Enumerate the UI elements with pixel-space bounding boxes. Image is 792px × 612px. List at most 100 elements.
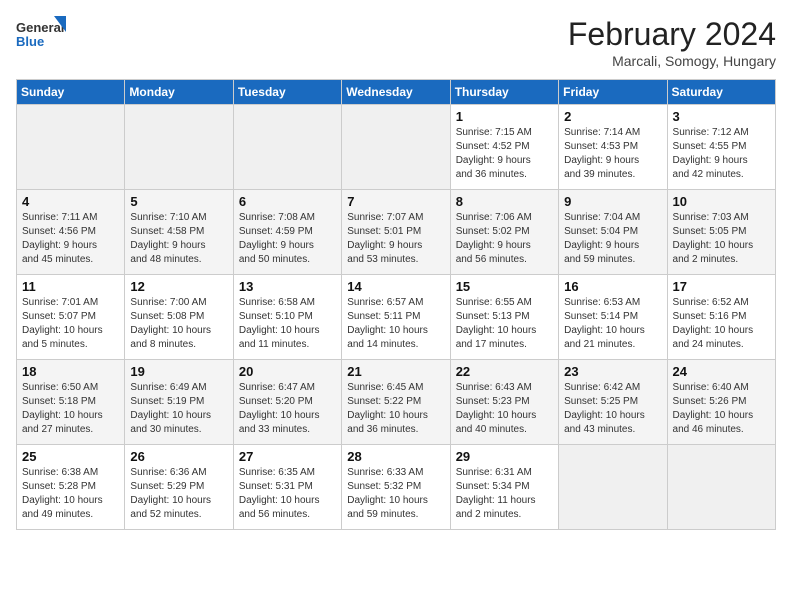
day-number: 6 bbox=[239, 194, 336, 209]
calendar-cell: 14 Sunrise: 6:57 AM Sunset: 5:11 PM Dayli… bbox=[342, 275, 450, 360]
calendar-week-row: 18 Sunrise: 6:50 AM Sunset: 5:18 PM Dayli… bbox=[17, 360, 776, 445]
day-number: 15 bbox=[456, 279, 553, 294]
col-header-saturday: Saturday bbox=[667, 80, 775, 105]
day-number: 10 bbox=[673, 194, 770, 209]
calendar-cell: 17 Sunrise: 6:52 AM Sunset: 5:16 PM Dayli… bbox=[667, 275, 775, 360]
calendar-cell: 6 Sunrise: 7:08 AM Sunset: 4:59 PM Daylig… bbox=[233, 190, 341, 275]
day-number: 29 bbox=[456, 449, 553, 464]
calendar-cell bbox=[17, 105, 125, 190]
logo: GeneralBlue bbox=[16, 16, 66, 56]
day-info: Sunrise: 6:45 AM Sunset: 5:22 PM Dayligh… bbox=[347, 381, 444, 437]
day-number: 19 bbox=[130, 364, 227, 379]
calendar-header-row: SundayMondayTuesdayWednesdayThursdayFrid… bbox=[17, 80, 776, 105]
day-number: 9 bbox=[564, 194, 661, 209]
day-info: Sunrise: 6:47 AM Sunset: 5:20 PM Dayligh… bbox=[239, 381, 336, 437]
day-info: Sunrise: 6:31 AM Sunset: 5:34 PM Dayligh… bbox=[456, 466, 553, 522]
location-subtitle: Marcali, Somogy, Hungary bbox=[568, 53, 776, 69]
calendar-week-row: 11 Sunrise: 7:01 AM Sunset: 5:07 PM Dayli… bbox=[17, 275, 776, 360]
day-info: Sunrise: 6:57 AM Sunset: 5:11 PM Dayligh… bbox=[347, 296, 444, 352]
day-info: Sunrise: 6:58 AM Sunset: 5:10 PM Dayligh… bbox=[239, 296, 336, 352]
calendar-cell: 21 Sunrise: 6:45 AM Sunset: 5:22 PM Dayli… bbox=[342, 360, 450, 445]
calendar-cell: 26 Sunrise: 6:36 AM Sunset: 5:29 PM Dayli… bbox=[125, 445, 233, 530]
page-header: GeneralBlue February 2024 Marcali, Somog… bbox=[16, 16, 776, 69]
calendar-cell: 16 Sunrise: 6:53 AM Sunset: 5:14 PM Dayli… bbox=[559, 275, 667, 360]
calendar-cell: 3 Sunrise: 7:12 AM Sunset: 4:55 PM Daylig… bbox=[667, 105, 775, 190]
calendar-cell: 24Sunrise: 6:40 AM Sunset: 5:26 PM Dayli… bbox=[667, 360, 775, 445]
day-info: Sunrise: 7:00 AM Sunset: 5:08 PM Dayligh… bbox=[130, 296, 227, 352]
day-number: 23 bbox=[564, 364, 661, 379]
calendar-cell bbox=[667, 445, 775, 530]
day-number: 16 bbox=[564, 279, 661, 294]
day-number: 21 bbox=[347, 364, 444, 379]
day-number: 8 bbox=[456, 194, 553, 209]
calendar-cell: 9 Sunrise: 7:04 AM Sunset: 5:04 PM Daylig… bbox=[559, 190, 667, 275]
day-info: Sunrise: 6:42 AM Sunset: 5:25 PM Dayligh… bbox=[564, 381, 661, 437]
day-info: Sunrise: 6:35 AM Sunset: 5:31 PM Dayligh… bbox=[239, 466, 336, 522]
day-number: 14 bbox=[347, 279, 444, 294]
col-header-thursday: Thursday bbox=[450, 80, 558, 105]
calendar-cell: 1Sunrise: 7:15 AM Sunset: 4:52 PM Daylig… bbox=[450, 105, 558, 190]
day-number: 25 bbox=[22, 449, 119, 464]
calendar-cell: 27 Sunrise: 6:35 AM Sunset: 5:31 PM Dayli… bbox=[233, 445, 341, 530]
calendar-cell: 20 Sunrise: 6:47 AM Sunset: 5:20 PM Dayli… bbox=[233, 360, 341, 445]
day-number: 17 bbox=[673, 279, 770, 294]
calendar-table: SundayMondayTuesdayWednesdayThursdayFrid… bbox=[16, 79, 776, 530]
calendar-cell bbox=[233, 105, 341, 190]
day-number: 22 bbox=[456, 364, 553, 379]
day-number: 7 bbox=[347, 194, 444, 209]
day-number: 4 bbox=[22, 194, 119, 209]
calendar-cell: 28 Sunrise: 6:33 AM Sunset: 5:32 PM Dayli… bbox=[342, 445, 450, 530]
logo-svg: GeneralBlue bbox=[16, 16, 66, 56]
calendar-cell bbox=[559, 445, 667, 530]
day-info: Sunrise: 7:08 AM Sunset: 4:59 PM Dayligh… bbox=[239, 211, 336, 267]
month-title: February 2024 bbox=[568, 16, 776, 53]
day-info: Sunrise: 7:12 AM Sunset: 4:55 PM Dayligh… bbox=[673, 126, 770, 182]
day-number: 3 bbox=[673, 109, 770, 124]
day-info: Sunrise: 6:55 AM Sunset: 5:13 PM Dayligh… bbox=[456, 296, 553, 352]
calendar-cell: 19Sunrise: 6:49 AM Sunset: 5:19 PM Dayli… bbox=[125, 360, 233, 445]
calendar-cell: 10Sunrise: 7:03 AM Sunset: 5:05 PM Dayli… bbox=[667, 190, 775, 275]
svg-text:Blue: Blue bbox=[16, 34, 44, 49]
calendar-cell: 4Sunrise: 7:11 AM Sunset: 4:56 PM Daylig… bbox=[17, 190, 125, 275]
day-info: Sunrise: 6:33 AM Sunset: 5:32 PM Dayligh… bbox=[347, 466, 444, 522]
day-info: Sunrise: 7:10 AM Sunset: 4:58 PM Dayligh… bbox=[130, 211, 227, 267]
day-number: 26 bbox=[130, 449, 227, 464]
col-header-sunday: Sunday bbox=[17, 80, 125, 105]
day-info: Sunrise: 6:38 AM Sunset: 5:28 PM Dayligh… bbox=[22, 466, 119, 522]
day-number: 5 bbox=[130, 194, 227, 209]
day-info: Sunrise: 6:43 AM Sunset: 5:23 PM Dayligh… bbox=[456, 381, 553, 437]
calendar-week-row: 1Sunrise: 7:15 AM Sunset: 4:52 PM Daylig… bbox=[17, 105, 776, 190]
day-number: 20 bbox=[239, 364, 336, 379]
day-number: 24 bbox=[673, 364, 770, 379]
calendar-cell: 13 Sunrise: 6:58 AM Sunset: 5:10 PM Dayli… bbox=[233, 275, 341, 360]
day-info: Sunrise: 7:14 AM Sunset: 4:53 PM Dayligh… bbox=[564, 126, 661, 182]
calendar-cell: 5 Sunrise: 7:10 AM Sunset: 4:58 PM Daylig… bbox=[125, 190, 233, 275]
day-number: 28 bbox=[347, 449, 444, 464]
day-info: Sunrise: 6:50 AM Sunset: 5:18 PM Dayligh… bbox=[22, 381, 119, 437]
day-info: Sunrise: 6:52 AM Sunset: 5:16 PM Dayligh… bbox=[673, 296, 770, 352]
day-info: Sunrise: 6:53 AM Sunset: 5:14 PM Dayligh… bbox=[564, 296, 661, 352]
day-info: Sunrise: 7:06 AM Sunset: 5:02 PM Dayligh… bbox=[456, 211, 553, 267]
calendar-cell: 8 Sunrise: 7:06 AM Sunset: 5:02 PM Daylig… bbox=[450, 190, 558, 275]
day-info: Sunrise: 7:07 AM Sunset: 5:01 PM Dayligh… bbox=[347, 211, 444, 267]
calendar-week-row: 25 Sunrise: 6:38 AM Sunset: 5:28 PM Dayli… bbox=[17, 445, 776, 530]
day-info: Sunrise: 6:36 AM Sunset: 5:29 PM Dayligh… bbox=[130, 466, 227, 522]
day-info: Sunrise: 7:04 AM Sunset: 5:04 PM Dayligh… bbox=[564, 211, 661, 267]
day-number: 2 bbox=[564, 109, 661, 124]
day-number: 27 bbox=[239, 449, 336, 464]
calendar-cell: 11 Sunrise: 7:01 AM Sunset: 5:07 PM Dayli… bbox=[17, 275, 125, 360]
calendar-cell: 29 Sunrise: 6:31 AM Sunset: 5:34 PM Dayli… bbox=[450, 445, 558, 530]
day-number: 18 bbox=[22, 364, 119, 379]
calendar-week-row: 4Sunrise: 7:11 AM Sunset: 4:56 PM Daylig… bbox=[17, 190, 776, 275]
calendar-cell: 12Sunrise: 7:00 AM Sunset: 5:08 PM Dayli… bbox=[125, 275, 233, 360]
calendar-cell: 22 Sunrise: 6:43 AM Sunset: 5:23 PM Dayli… bbox=[450, 360, 558, 445]
col-header-monday: Monday bbox=[125, 80, 233, 105]
calendar-cell: 23 Sunrise: 6:42 AM Sunset: 5:25 PM Dayli… bbox=[559, 360, 667, 445]
col-header-friday: Friday bbox=[559, 80, 667, 105]
day-number: 11 bbox=[22, 279, 119, 294]
day-info: Sunrise: 7:01 AM Sunset: 5:07 PM Dayligh… bbox=[22, 296, 119, 352]
col-header-wednesday: Wednesday bbox=[342, 80, 450, 105]
title-block: February 2024 Marcali, Somogy, Hungary bbox=[568, 16, 776, 69]
calendar-cell: 2 Sunrise: 7:14 AM Sunset: 4:53 PM Daylig… bbox=[559, 105, 667, 190]
day-number: 13 bbox=[239, 279, 336, 294]
